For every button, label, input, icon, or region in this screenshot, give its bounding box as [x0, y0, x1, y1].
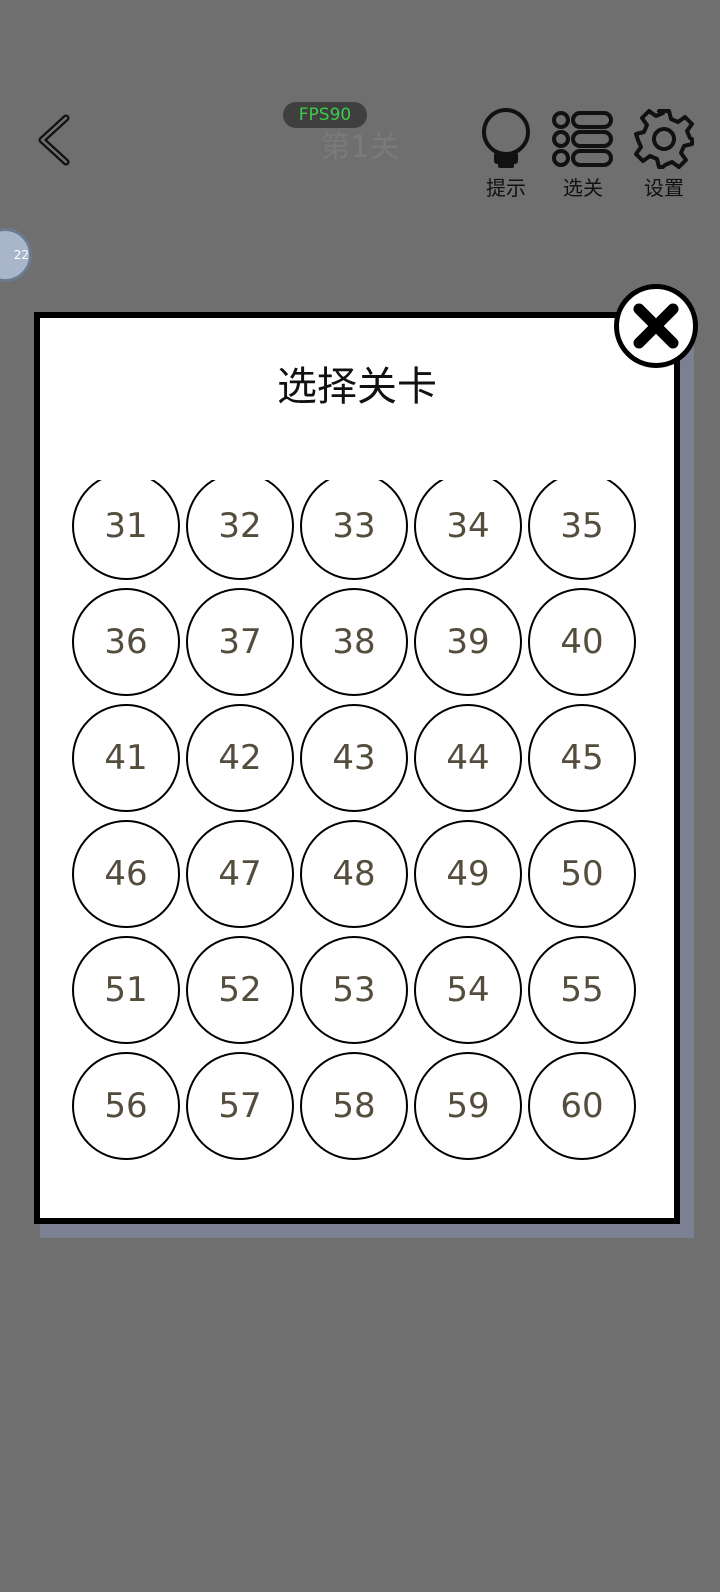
- level-button[interactable]: 46: [72, 820, 180, 928]
- level-button[interactable]: 49: [414, 820, 522, 928]
- level-grid-scroll[interactable]: 31 32 33 34 35 36 37 38 39 40 41 42 43 44 45 46 47 48 49 50…: [72, 480, 642, 1168]
- level-grid: 31 32 33 34 35 36 37 38 39 40 41 42 43 44 45 46 47 48 49 50…: [72, 480, 636, 1160]
- hint-label: 提示: [486, 176, 526, 200]
- level-button[interactable]: 45: [528, 704, 636, 812]
- level-button[interactable]: 53: [300, 936, 408, 1044]
- level-button[interactable]: 56: [72, 1052, 180, 1160]
- level-button[interactable]: 35: [528, 480, 636, 580]
- level-button[interactable]: 38: [300, 588, 408, 696]
- level-button[interactable]: 33: [300, 480, 408, 580]
- lightbulb-icon: [482, 108, 530, 168]
- level-button[interactable]: 52: [186, 936, 294, 1044]
- level-title: 第1关: [320, 130, 400, 165]
- gear-icon: [634, 109, 694, 169]
- fps-badge: FPS90: [283, 102, 367, 128]
- settings-label: 设置: [644, 176, 684, 200]
- top-bar: 第1关 FPS90 提示 选关 设置: [0, 0, 720, 230]
- dialog-title: 选择关卡: [277, 364, 437, 410]
- chevron-left-icon: [38, 114, 70, 166]
- level-button[interactable]: 40: [528, 588, 636, 696]
- level-button[interactable]: 31: [72, 480, 180, 580]
- level-button[interactable]: 54: [414, 936, 522, 1044]
- level-button[interactable]: 55: [528, 936, 636, 1044]
- level-button[interactable]: 51: [72, 936, 180, 1044]
- close-icon: [633, 303, 679, 349]
- level-button[interactable]: 57: [186, 1052, 294, 1160]
- level-button[interactable]: 36: [72, 588, 180, 696]
- level-button[interactable]: 39: [414, 588, 522, 696]
- level-button[interactable]: 50: [528, 820, 636, 928]
- select-level-label: 选关: [563, 176, 603, 200]
- level-button[interactable]: 34: [414, 480, 522, 580]
- select-level-button[interactable]: 选关: [545, 108, 621, 201]
- back-button[interactable]: [30, 112, 80, 168]
- close-button[interactable]: [614, 284, 698, 368]
- level-button[interactable]: 32: [186, 480, 294, 580]
- level-button[interactable]: 41: [72, 704, 180, 812]
- level-button[interactable]: 58: [300, 1052, 408, 1160]
- level-button[interactable]: 42: [186, 704, 294, 812]
- settings-button[interactable]: 设置: [626, 108, 702, 201]
- level-button[interactable]: 48: [300, 820, 408, 928]
- level-select-dialog: 选择关卡 31 32 33 34 35 36 37 38 39 40 41 42 43 44 45 46 47 4…: [34, 312, 680, 1224]
- hint-button[interactable]: 提示: [468, 108, 544, 201]
- side-badge[interactable]: 22: [0, 228, 32, 282]
- level-button[interactable]: 37: [186, 588, 294, 696]
- level-button[interactable]: 60: [528, 1052, 636, 1160]
- level-button[interactable]: 43: [300, 704, 408, 812]
- level-button[interactable]: 47: [186, 820, 294, 928]
- level-button[interactable]: 59: [414, 1052, 522, 1160]
- level-button[interactable]: 44: [414, 704, 522, 812]
- list-icon: [552, 111, 613, 167]
